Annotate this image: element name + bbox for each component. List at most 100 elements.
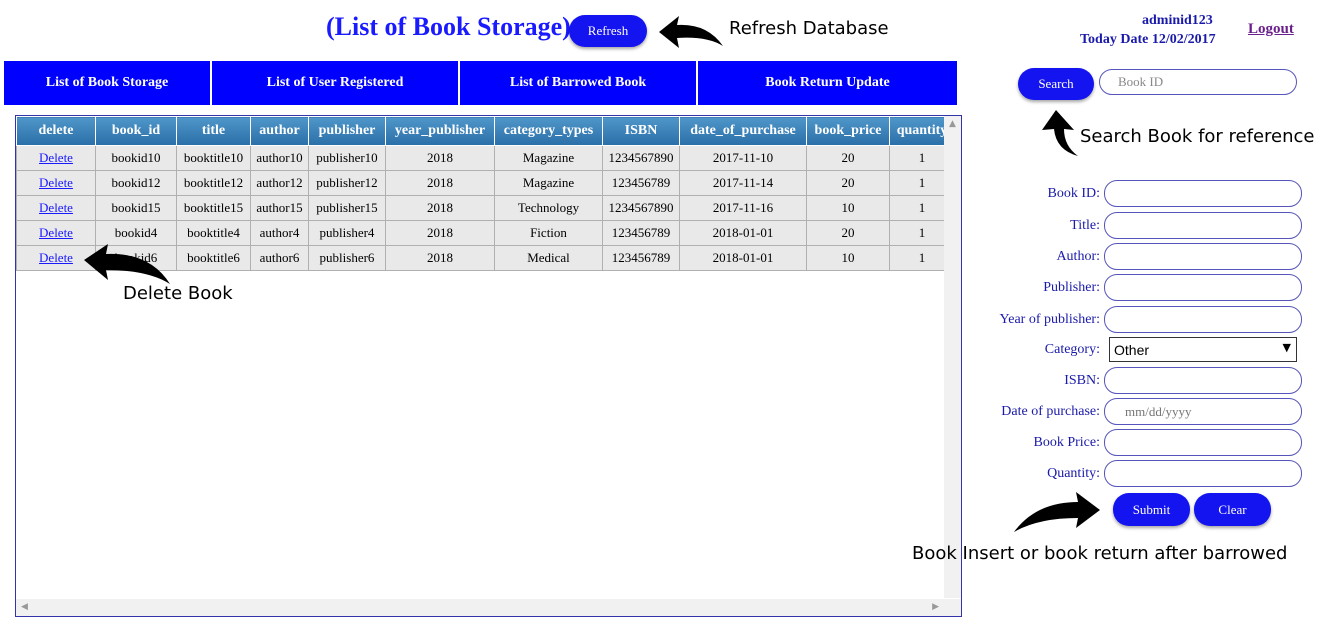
main-nav: List of Book Storage List of User Regist…	[4, 61, 957, 105]
book-price-cell: 10	[806, 195, 890, 221]
book-price-cell: 20	[806, 170, 890, 196]
category-cell: Technology	[494, 195, 603, 221]
category-cell: Magazine	[494, 145, 603, 171]
date-of-purchase-cell: 2018-01-01	[679, 220, 807, 246]
book-id-field[interactable]	[1104, 180, 1302, 207]
table-row: Delete bookid15 booktitle15 author15 pub…	[16, 195, 955, 221]
col-header-book-id: book_id	[95, 116, 177, 146]
publisher-cell: publisher4	[308, 220, 386, 246]
publisher-label: Publisher:	[1043, 280, 1100, 295]
book-id-cell: bookid10	[95, 145, 177, 171]
horizontal-scrollbar[interactable]: ◀ ▶	[16, 599, 944, 616]
category-selected-value: Other	[1114, 341, 1150, 358]
year-publisher-cell: 2018	[385, 170, 495, 196]
table-row: Delete bookid12 booktitle12 author12 pub…	[16, 170, 955, 196]
form-annotation: Book Insert or book return after barrowe…	[912, 543, 1288, 564]
search-input[interactable]	[1099, 69, 1297, 95]
publisher-cell: publisher15	[308, 195, 386, 221]
refresh-annotation-arrow-icon	[659, 16, 723, 48]
title-cell: booktitle12	[176, 170, 251, 196]
author-cell: author12	[250, 170, 309, 196]
title-cell: booktitle15	[176, 195, 251, 221]
year-publisher-cell: 2018	[385, 245, 495, 271]
isbn-label: ISBN:	[1064, 373, 1100, 388]
tab-borrowed-book[interactable]: List of Barrowed Book	[460, 61, 698, 105]
delete-link[interactable]: Delete	[39, 225, 73, 240]
col-header-book-price: book_price	[806, 116, 890, 146]
delete-annotation: Delete Book	[123, 283, 233, 304]
author-field[interactable]	[1104, 243, 1302, 270]
category-label: Category:	[1044, 342, 1100, 357]
isbn-field[interactable]	[1104, 367, 1302, 394]
date-of-purchase-cell: 2018-01-01	[679, 245, 807, 271]
col-header-isbn: ISBN	[602, 116, 680, 146]
table-row: Delete bookid10 booktitle10 author10 pub…	[16, 145, 955, 171]
book-price-label: Book Price:	[1033, 435, 1101, 450]
book-id-cell: bookid15	[95, 195, 177, 221]
search-annotation: Search Book for reference	[1080, 126, 1315, 147]
book-price-cell: 10	[806, 245, 890, 271]
category-cell: Medical	[494, 245, 603, 271]
year-of-publisher-label: Year of publisher:	[999, 312, 1100, 327]
year-of-publisher-field[interactable]	[1104, 306, 1302, 333]
book-price-cell: 20	[806, 145, 890, 171]
date-of-purchase-field[interactable]	[1104, 398, 1302, 425]
book-price-field[interactable]	[1104, 429, 1302, 456]
delete-link[interactable]: Delete	[39, 175, 73, 190]
quantity-field[interactable]	[1104, 460, 1302, 487]
title-cell: booktitle10	[176, 145, 251, 171]
book-table-panel: delete book_id title author publisher ye…	[15, 115, 962, 617]
page-title: (List of Book Storage)	[326, 12, 571, 41]
date-of-purchase-cell: 2017-11-10	[679, 145, 807, 171]
search-annotation-arrow-icon	[1042, 110, 1078, 156]
category-cell: Magazine	[494, 170, 603, 196]
delete-link[interactable]: Delete	[39, 250, 73, 265]
delete-link[interactable]: Delete	[39, 150, 73, 165]
today-date: Today Date 12/02/2017	[1080, 32, 1216, 47]
delete-cell: Delete	[16, 170, 96, 196]
submit-button[interactable]: Submit	[1113, 493, 1190, 526]
title-cell: booktitle4	[176, 220, 251, 246]
clear-button[interactable]: Clear	[1194, 493, 1271, 526]
date-of-purchase-cell: 2017-11-16	[679, 195, 807, 221]
scroll-corner	[944, 599, 961, 616]
author-label: Author:	[1056, 249, 1100, 264]
scroll-left-icon[interactable]: ◀	[21, 602, 28, 612]
col-header-year-publisher: year_publisher	[385, 116, 495, 146]
form-annotation-arrow-icon	[1014, 492, 1100, 532]
year-publisher-cell: 2018	[385, 220, 495, 246]
publisher-field[interactable]	[1104, 274, 1302, 301]
title-cell: booktitle6	[176, 245, 251, 271]
tab-book-storage[interactable]: List of Book Storage	[4, 61, 212, 105]
isbn-cell: 123456789	[602, 170, 680, 196]
refresh-annotation: Refresh Database	[729, 18, 889, 39]
tab-user-registered[interactable]: List of User Registered	[212, 61, 460, 105]
search-button[interactable]: Search	[1018, 68, 1094, 100]
logout-link[interactable]: Logout	[1248, 21, 1294, 38]
dropdown-arrow-icon: ▼	[1282, 341, 1291, 354]
category-select[interactable]: Other ▼	[1109, 337, 1297, 362]
author-cell: author6	[250, 245, 309, 271]
publisher-cell: publisher10	[308, 145, 386, 171]
category-cell: Fiction	[494, 220, 603, 246]
isbn-cell: 1234567890	[602, 145, 680, 171]
publisher-cell: publisher12	[308, 170, 386, 196]
year-publisher-cell: 2018	[385, 195, 495, 221]
book-id-label: Book ID:	[1047, 186, 1101, 201]
delete-cell: Delete	[16, 145, 96, 171]
col-header-category-types: category_types	[494, 116, 603, 146]
delete-link[interactable]: Delete	[39, 200, 73, 215]
col-header-delete: delete	[16, 116, 96, 146]
scroll-right-icon[interactable]: ▶	[932, 602, 939, 612]
scroll-up-icon[interactable]: ▲	[949, 119, 956, 129]
tab-book-return[interactable]: Book Return Update	[698, 61, 957, 105]
refresh-button[interactable]: Refresh	[569, 15, 647, 47]
title-field[interactable]	[1104, 212, 1302, 239]
vertical-scrollbar[interactable]: ▲	[944, 116, 961, 598]
author-cell: author15	[250, 195, 309, 221]
isbn-cell: 1234567890	[602, 195, 680, 221]
date-of-purchase-label: Date of purchase:	[1001, 404, 1100, 419]
book-price-cell: 20	[806, 220, 890, 246]
quantity-label: Quantity:	[1047, 466, 1100, 481]
date-of-purchase-cell: 2017-11-14	[679, 170, 807, 196]
